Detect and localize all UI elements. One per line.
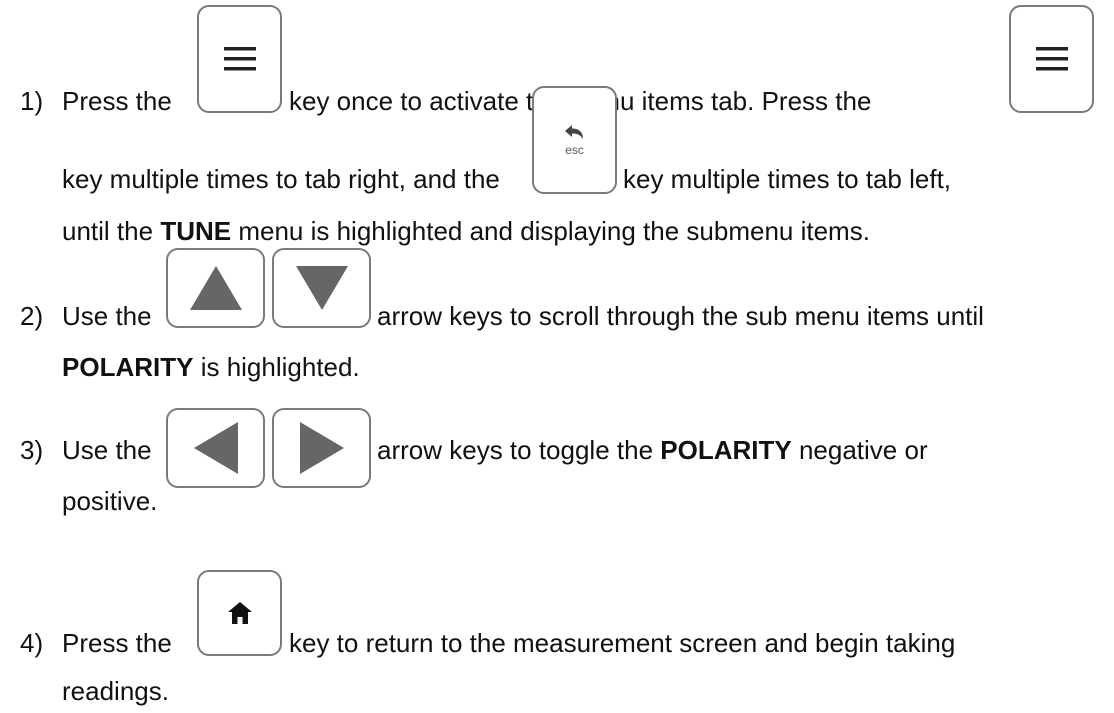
up-arrow-key xyxy=(166,248,265,328)
triangle-right-icon xyxy=(299,422,344,474)
step-2-line2: POLARITY is highlighted. xyxy=(62,352,360,382)
home-icon xyxy=(227,602,252,624)
step-1-number: 1) xyxy=(20,86,44,116)
step-4-number: 4) xyxy=(20,628,44,658)
step-2-line1-b: arrow keys to scroll through the sub men… xyxy=(377,301,984,331)
step-2-number: 2) xyxy=(20,301,44,331)
step-3-number: 3) xyxy=(20,435,44,465)
triangle-left-icon xyxy=(193,422,238,474)
left-arrow-key xyxy=(166,408,265,488)
step-3-line1-b: arrow keys to toggle the POLARITY negati… xyxy=(377,435,928,465)
step-1-line1-a: Press the xyxy=(62,86,172,116)
polarity-label: POLARITY xyxy=(62,352,194,382)
esc-label: esc xyxy=(565,143,584,157)
step-1-line2-b: key multiple times to tab left, xyxy=(623,164,952,194)
triangle-up-icon xyxy=(189,266,242,310)
step-3-line1-a: Use the xyxy=(62,435,152,465)
home-key xyxy=(197,570,282,656)
esc-key: esc xyxy=(532,86,617,194)
step-1-line2-a: key multiple times to tab right, and the xyxy=(62,164,500,194)
step-3-line2: positive. xyxy=(62,486,158,516)
step-2-line1-a: Use the xyxy=(62,301,152,331)
step-1-line3: until the TUNE menu is highlighted and d… xyxy=(62,216,870,246)
down-arrow-key xyxy=(272,248,371,328)
menu-key xyxy=(197,5,282,113)
step-4-line2: readings. xyxy=(62,676,169,706)
menu-key xyxy=(1009,5,1094,113)
step-4-line1-b: key to return to the measurement screen … xyxy=(289,628,956,658)
right-arrow-key xyxy=(272,408,371,488)
polarity-label: POLARITY xyxy=(660,435,792,465)
back-arrow-icon xyxy=(564,125,583,139)
step-4-line1-a: Press the xyxy=(62,628,172,658)
menu-icon xyxy=(1035,47,1068,71)
tune-menu-label: TUNE xyxy=(160,216,232,246)
triangle-down-icon xyxy=(295,266,348,310)
menu-icon xyxy=(223,47,256,71)
